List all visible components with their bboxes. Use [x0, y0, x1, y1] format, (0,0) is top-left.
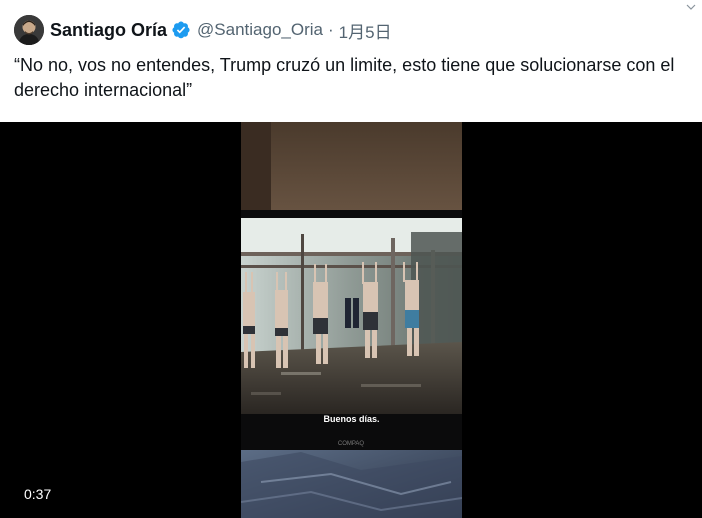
author-handle[interactable]: @Santiago_Oria: [197, 20, 323, 40]
video-player[interactable]: COMPAQ Buenos días. 0:37: [0, 122, 702, 518]
video-subtitle: Buenos días.: [323, 414, 380, 424]
laptop-brand-label: COMPAQ: [338, 441, 365, 447]
tweet-date[interactable]: 1月5日: [339, 18, 392, 43]
tweet-header: Santiago Oría @Santiago_Oria · 1月5日: [14, 14, 392, 46]
tweet-text: “No no, vos no entendes, Trump cruzó un …: [14, 55, 675, 100]
author-avatar[interactable]: [14, 15, 44, 45]
video-duration: 0:37: [16, 484, 60, 504]
video-frame[interactable]: COMPAQ Buenos días.: [241, 122, 462, 518]
avatar-photo-icon: [14, 15, 44, 45]
author-name[interactable]: Santiago Oría: [50, 20, 167, 41]
tweet-card[interactable]: Santiago Oría @Santiago_Oria · 1月5日 “No …: [0, 0, 702, 518]
chevron-down-icon[interactable]: [686, 4, 696, 10]
video-still-image: COMPAQ: [241, 122, 462, 518]
verified-badge-icon: [172, 21, 190, 39]
separator-dot: ·: [327, 20, 334, 39]
